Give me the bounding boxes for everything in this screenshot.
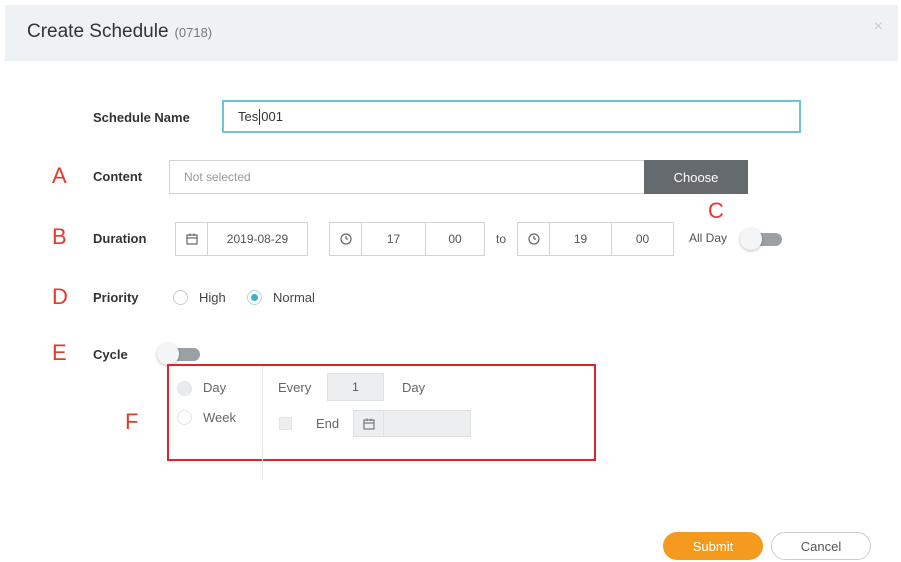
cycle-day-radio[interactable] xyxy=(177,381,192,396)
all-day-toggle-knob[interactable] xyxy=(740,228,762,250)
priority-normal-radio[interactable] xyxy=(247,290,262,305)
cycle-toggle-knob[interactable] xyxy=(157,343,179,365)
close-icon[interactable]: × xyxy=(874,18,883,36)
start-hour-input[interactable]: 17 xyxy=(361,222,426,256)
cycle-week-radio[interactable] xyxy=(177,410,192,425)
content-label: Content xyxy=(93,169,143,184)
text-caret xyxy=(259,108,261,125)
priority-high-radio[interactable] xyxy=(173,290,188,305)
date-input[interactable]: 2019-08-29 xyxy=(207,222,308,256)
cycle-unit-label: Day xyxy=(402,380,426,395)
submit-button[interactable]: Submit xyxy=(663,532,763,560)
content-placeholder: Not selected xyxy=(184,170,251,184)
duration-label: Duration xyxy=(93,231,147,246)
choose-button[interactable]: Choose xyxy=(644,160,748,194)
content-field[interactable]: Not selected xyxy=(169,160,645,194)
every-value-input[interactable]: 1 xyxy=(327,373,384,401)
calendar-icon[interactable] xyxy=(175,222,208,256)
cycle-day-label: Day xyxy=(203,380,227,395)
annotation-marker-c: C xyxy=(708,198,724,223)
schedule-name-value-end: 001 xyxy=(261,109,283,124)
start-minute-input[interactable]: 00 xyxy=(425,222,485,256)
annotation-marker-b: B xyxy=(52,224,67,249)
every-label: Every xyxy=(278,380,312,395)
end-checkbox[interactable] xyxy=(279,417,292,430)
annotation-marker-d: D xyxy=(52,284,68,309)
cycle-divider xyxy=(262,366,263,479)
annotation-marker-f: F xyxy=(125,409,139,434)
end-label: End xyxy=(316,416,340,431)
all-day-label: All Day xyxy=(689,231,728,245)
priority-normal-label: Normal xyxy=(273,290,315,305)
annotation-marker-e: E xyxy=(52,340,67,365)
end-minute-input[interactable]: 00 xyxy=(611,222,674,256)
dialog-title: Create Schedule (0718) xyxy=(27,21,212,43)
dialog-title-id: (0718) xyxy=(174,25,213,40)
annotation-marker-a: A xyxy=(52,163,67,188)
clock-icon xyxy=(329,222,362,256)
schedule-name-value-start: Tes xyxy=(238,109,259,124)
cycle-week-label: Week xyxy=(203,410,236,425)
schedule-name-label: Schedule Name xyxy=(93,110,190,125)
end-date-input[interactable] xyxy=(383,410,471,437)
calendar-icon[interactable] xyxy=(353,410,384,437)
end-hour-input[interactable]: 19 xyxy=(549,222,612,256)
to-label: to xyxy=(496,232,507,246)
priority-label: Priority xyxy=(93,290,139,305)
cycle-label: Cycle xyxy=(93,347,128,362)
priority-high-label: High xyxy=(199,290,226,305)
clock-icon xyxy=(517,222,550,256)
schedule-name-input[interactable]: Tes 001 xyxy=(222,100,801,133)
cancel-button[interactable]: Cancel xyxy=(771,532,871,560)
dialog-title-text: Create Schedule xyxy=(27,21,169,42)
